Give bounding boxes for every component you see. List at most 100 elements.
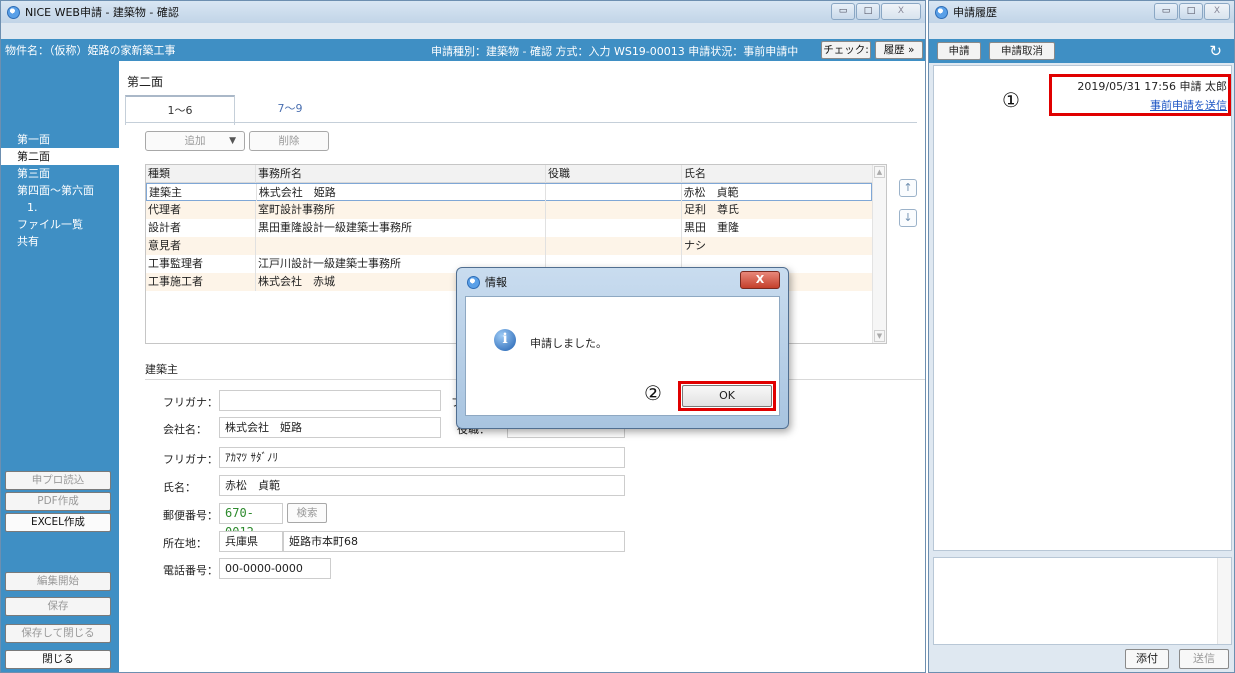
table-cell: 黒田重隆設計一級建築士事務所 — [256, 219, 546, 237]
company-field[interactable]: 株式会社 姫路 — [219, 417, 441, 438]
close-button[interactable]: X — [881, 3, 921, 20]
table-cell: 設計者 — [146, 219, 256, 237]
add-button[interactable]: 追加 ▼ — [145, 131, 245, 151]
history-list: ① 2019/05/31 17:56 申請 太郎 事前申請を送信 — [933, 65, 1232, 551]
comment-textarea[interactable] — [933, 557, 1232, 645]
save-close-button[interactable]: 保存して閉じる — [5, 624, 111, 643]
textarea-scrollbar[interactable] — [1217, 558, 1231, 644]
table-row[interactable]: 設計者 黒田重隆設計一級建築士事務所 黒田 重隆 — [146, 219, 872, 237]
move-up-button[interactable]: ↑ — [899, 179, 917, 197]
table-row[interactable]: 代理者 室町設計事務所 足利 尊氏 — [146, 201, 872, 219]
sidebar-item-sub1[interactable]: 1. — [1, 199, 119, 216]
name-field[interactable]: 赤松 貞範 — [219, 475, 625, 496]
table-cell: 工事監理者 — [146, 255, 256, 273]
table-header: 役職 — [546, 165, 682, 183]
info-bar: 物件名：（仮称）姫路の家新築工事 申請種別：建築物 - 確認 方式：入力 WS1… — [1, 39, 925, 61]
dialog-body: i 申請しました。 ② OK — [465, 296, 780, 416]
info-dialog: 情報 X i 申請しました。 ② OK — [456, 267, 789, 429]
close-button[interactable]: X — [1204, 3, 1230, 20]
step-marker-1: ① — [1002, 88, 1020, 112]
minimize-button[interactable]: ▭ — [831, 3, 855, 20]
prefecture-field[interactable]: 兵庫県 — [219, 531, 283, 552]
sidebar-item-file-list[interactable]: ファイル一覧 — [1, 216, 119, 233]
phone-field[interactable]: 00-0000-0000 — [219, 558, 331, 579]
tab-bar: 1～6 7～9 — [125, 95, 345, 125]
check-button[interactable]: チェック: — [821, 41, 871, 59]
apply-button[interactable]: 申請 — [937, 42, 981, 60]
move-down-button[interactable]: ↓ — [899, 209, 917, 227]
dialog-close-button[interactable]: X — [740, 271, 780, 289]
scroll-down-icon[interactable]: ▼ — [874, 330, 885, 342]
table-cell: ナシ — [684, 239, 706, 252]
close-window-button[interactable]: 閉じる — [5, 650, 111, 669]
table-cell: 代理者 — [146, 201, 256, 219]
name-furigana-label: フリガナ： — [163, 453, 218, 466]
company-label: 会社名： — [163, 423, 207, 436]
tab-divider — [125, 122, 917, 123]
table-cell: 赤松 貞範 — [683, 186, 739, 199]
excel-button[interactable]: EXCEL作成 — [5, 513, 111, 532]
zip-label: 郵便番号： — [163, 509, 218, 522]
history-toggle-button[interactable]: 履歴 » — [875, 41, 923, 59]
dropdown-arrow-icon[interactable]: ▼ — [229, 132, 236, 150]
sidebar-item-share[interactable]: 共有 — [1, 233, 119, 250]
history-toolbar: 申請 申請取消 ↻ — [929, 39, 1234, 63]
dialog-titlebar: 情報 — [467, 274, 507, 290]
history-window: 申請履歴 ▭ □ X 申請 申請取消 ↻ ① 2019/05/31 17:56 … — [928, 0, 1235, 673]
tab-7-9[interactable]: 7～9 — [235, 95, 345, 123]
property-name: 物件名：（仮称）姫路の家新築工事 — [5, 44, 176, 57]
sidebar-item-page1[interactable]: 第一面 — [1, 131, 119, 148]
app-icon — [7, 5, 20, 19]
name-furigana-field[interactable]: ｱｶﾏﾂ ｻﾀﾞﾉﾘ — [219, 447, 625, 468]
history-titlebar: 申請履歴 ▭ □ X — [929, 1, 1234, 23]
table-scrollbar[interactable]: ▲ ▼ — [872, 165, 886, 343]
table-header: 種類 — [146, 165, 256, 183]
maximize-button[interactable]: □ — [1179, 3, 1203, 20]
table-cell — [546, 219, 682, 237]
refresh-icon[interactable]: ↻ — [1209, 42, 1222, 60]
pdf-button[interactable]: PDF作成 — [5, 492, 111, 511]
main-titlebar: NICE WEB申請 - 建築物 - 確認 ▭ □ X — [1, 1, 925, 23]
table-cell — [256, 237, 546, 255]
cancel-application-button[interactable]: 申請取消 — [989, 42, 1055, 60]
zip-field[interactable]: 670-0012 — [219, 503, 283, 539]
attach-button[interactable]: 添付 — [1125, 649, 1169, 669]
minimize-button[interactable]: ▭ — [1154, 3, 1178, 20]
table-cell: 足利 尊氏 — [684, 203, 739, 216]
app-icon — [935, 5, 948, 19]
info-icon: i — [494, 329, 516, 351]
table-cell: 工事施工者 — [146, 273, 256, 291]
table-cell: 室町設計事務所 — [256, 201, 546, 219]
company-furigana-field[interactable] — [219, 390, 441, 411]
send-button[interactable]: 送信 — [1179, 649, 1229, 669]
table-header: 氏名 — [684, 167, 706, 180]
scroll-up-icon[interactable]: ▲ — [874, 166, 885, 178]
address-label: 所在地： — [163, 537, 207, 550]
main-window-controls: ▭ □ X — [831, 3, 921, 20]
edit-start-button[interactable]: 編集開始 — [5, 572, 111, 591]
table-row[interactable]: 建築主 株式会社 姫路 赤松 貞範 — [146, 183, 872, 202]
search-button[interactable]: 検索 — [287, 503, 327, 523]
app-icon — [467, 275, 480, 289]
tab-1-6[interactable]: 1～6 — [125, 95, 235, 125]
table-header-row: 種類 事務所名 役職 氏名 — [146, 165, 872, 183]
sidebar-item-page4-6[interactable]: 第四面～第六面 — [1, 182, 119, 199]
sidebar: 第一面 第二面 第三面 第四面～第六面 1. ファイル一覧 共有 申プロ読込 P… — [1, 61, 119, 672]
dialog-message: 申請しました。 — [530, 337, 607, 350]
import-button[interactable]: 申プロ読込 — [5, 471, 111, 490]
address-field[interactable]: 姫路市本町68 — [283, 531, 625, 552]
application-status: 申請種別：建築物 - 確認 方式：入力 WS19-00013 申請状況：事前申請… — [431, 45, 799, 58]
phone-label: 電話番号： — [163, 564, 218, 577]
table-cell — [546, 237, 682, 255]
history-window-controls: ▭ □ X — [1154, 3, 1230, 20]
delete-button[interactable]: 削除 — [249, 131, 329, 151]
entry-highlight-box — [1049, 74, 1231, 116]
sidebar-item-page2[interactable]: 第二面 — [1, 148, 119, 165]
maximize-button[interactable]: □ — [856, 3, 880, 20]
sidebar-item-page3[interactable]: 第三面 — [1, 165, 119, 182]
table-row[interactable]: 意見者 ナシ — [146, 237, 872, 255]
table-cell: 意見者 — [146, 237, 256, 255]
table-cell: 建築主 — [147, 184, 257, 202]
table-cell: 株式会社 姫路 — [257, 184, 546, 202]
save-button[interactable]: 保存 — [5, 597, 111, 616]
